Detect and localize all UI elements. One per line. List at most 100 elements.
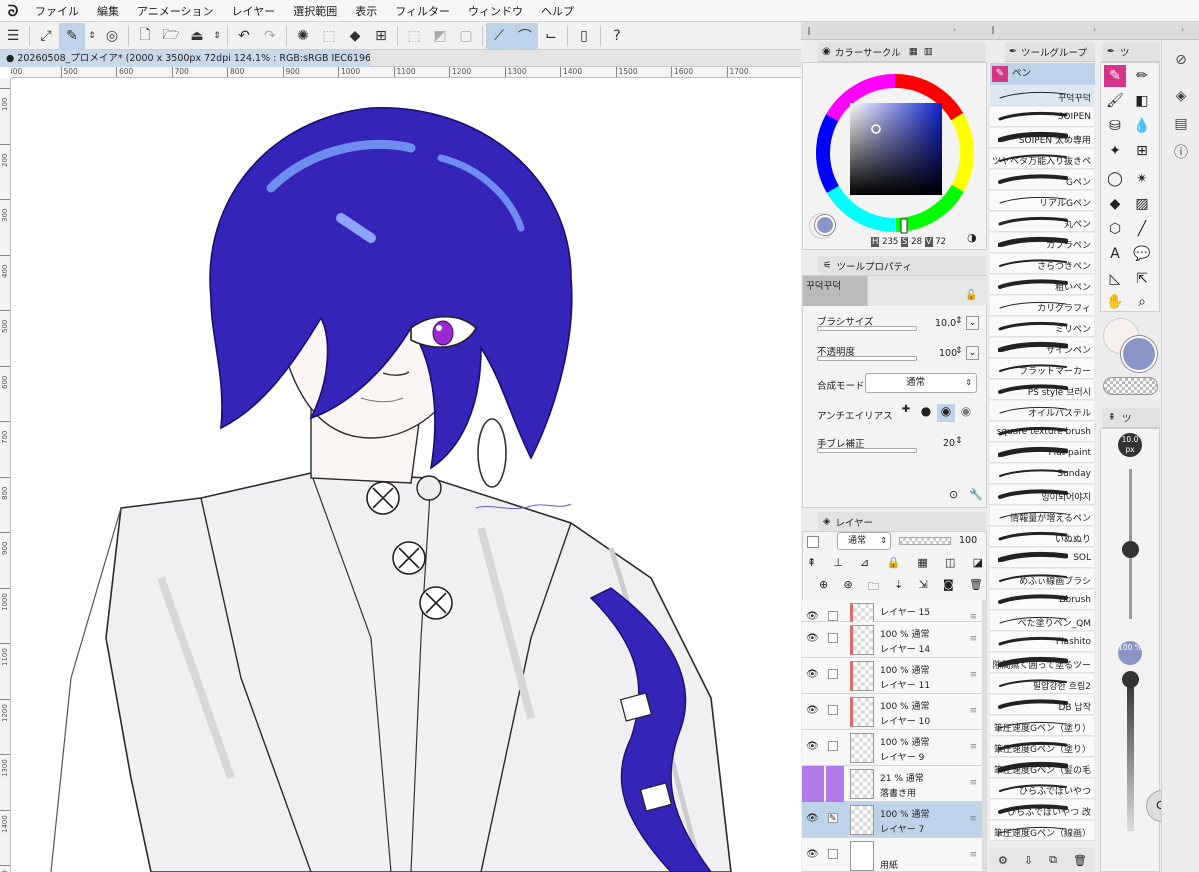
brush-size-stepper-icon[interactable]: ⇕	[955, 316, 963, 326]
drawing-canvas[interactable]	[11, 78, 801, 872]
brush-item[interactable]: ツヤベタ万能入り抜きペ	[990, 149, 1094, 169]
gradient-tool-button[interactable]: ▨	[1131, 193, 1153, 215]
brush-size-value[interactable]: 10.0	[935, 318, 956, 329]
menu-item[interactable]: レイヤー	[223, 3, 285, 19]
brush-item[interactable]: PS style 브러시	[990, 380, 1094, 400]
visibility-eye-icon[interactable]: 👁	[806, 705, 819, 716]
stabilization-stepper-icon[interactable]: ⇕	[955, 436, 963, 446]
menu-item[interactable]: ファイル	[26, 3, 88, 19]
pressure-toggle-icon[interactable]: ⌄	[966, 316, 979, 330]
brush-item[interactable]: べた塗りペン_QM	[990, 611, 1094, 631]
layer-select-checkbox[interactable]	[828, 633, 838, 643]
brush-item[interactable]: フラットマーカー	[990, 359, 1094, 379]
layer-menu-icon[interactable]: ≡	[969, 742, 977, 752]
snap-ruler-icon[interactable]: ⟋	[486, 22, 512, 49]
new-folder-icon[interactable]: 🗀	[868, 578, 879, 597]
new-file-icon[interactable]: 🗋	[132, 23, 158, 49]
brush-item[interactable]: カブラペン	[990, 233, 1094, 253]
ruler-enable-icon[interactable]: ◪	[973, 556, 983, 569]
layer-mask-icon[interactable]: ◙	[943, 578, 954, 597]
brush-item[interactable]: サインペン	[990, 338, 1094, 358]
layer-select-checkbox[interactable]	[826, 766, 844, 802]
expand-arrow-icon[interactable]: ›	[953, 25, 956, 34]
brush-item[interactable]: 丸ペン	[990, 212, 1094, 232]
companion-mode-icon[interactable]: ◎	[99, 23, 125, 49]
opacity-knob[interactable]	[1122, 671, 1139, 688]
layer-menu-icon[interactable]: ≡	[969, 612, 977, 622]
operation-tool-button[interactable]: ⬡	[1104, 218, 1126, 240]
tool-palette-tab[interactable]: ツ	[1120, 45, 1130, 59]
brush-item[interactable]: Sunday	[990, 464, 1094, 484]
layer-tab[interactable]: レイヤー	[835, 515, 873, 529]
layer-row[interactable]: 👁 ✎ 100 % 通常 レイヤー 7 ≡	[802, 802, 982, 838]
layer-row[interactable]: 👁 100 % 通常 レイヤー 11 ≡	[802, 658, 982, 694]
deselect-icon[interactable]: ⬚	[401, 23, 427, 49]
undo-icon[interactable]: ↶	[231, 23, 257, 49]
lock-transparency-icon[interactable]: ▦	[917, 556, 927, 569]
brush-item[interactable]: 筆圧速度Gペン（塗り）	[990, 737, 1094, 757]
color-space-toggle-icon[interactable]: ◑	[967, 231, 977, 244]
brush-item[interactable]: いぬぬり	[990, 527, 1094, 547]
layer-scrollbar[interactable]	[982, 600, 987, 870]
layer-menu-icon[interactable]: ≡	[969, 850, 977, 860]
sub-tool-detail-icon[interactable]: ⊙	[949, 488, 958, 501]
invert-selection-icon[interactable]: ◩	[427, 23, 453, 49]
blend-mode-select[interactable]: 通常 ⇕	[865, 373, 977, 393]
transparent-color-swatch[interactable]	[1103, 377, 1158, 395]
brush-size-slider[interactable]	[817, 326, 917, 331]
color-set-tab-icon[interactable]: ▦	[909, 46, 918, 57]
delete-brush-icon[interactable]: 🗑	[1073, 854, 1087, 867]
tool-group-selected[interactable]: ✎ ペン	[990, 63, 1095, 85]
opacity-track[interactable]	[1127, 681, 1134, 831]
clip-layer-icon[interactable]: ⇞	[807, 556, 816, 569]
menu-item[interactable]: ウィンドウ	[459, 3, 532, 19]
figure-tool-button[interactable]: ⊞	[1131, 140, 1153, 162]
menu-item[interactable]: 選択範囲	[284, 3, 346, 19]
antialias-strong-icon[interactable]: ◉	[957, 404, 975, 422]
stabilization-value[interactable]: 20	[943, 438, 955, 449]
auto-select-tool-button[interactable]: ✴	[1131, 168, 1153, 190]
opacity-stepper-icon[interactable]: ⇕	[955, 346, 963, 356]
hamburger-menu-icon[interactable]: ☰	[0, 23, 26, 49]
expand-arrow-icon[interactable]: ›	[1093, 25, 1096, 34]
fill-icon[interactable]: ◆	[342, 23, 368, 49]
layer-row[interactable]: 👁 用紙 ≡	[802, 838, 982, 872]
brush-item[interactable]: Flat paint	[990, 443, 1094, 463]
move-layer-tool-button[interactable]: ⇱	[1131, 268, 1153, 290]
pencil-tool-button[interactable]: ✏	[1131, 65, 1153, 87]
delete-layer-icon[interactable]: 🗑	[969, 578, 983, 597]
layer-menu-icon[interactable]: ≡	[969, 706, 977, 716]
merge-down-icon[interactable]: ⇲	[919, 578, 928, 597]
menu-item[interactable]: アニメーション	[128, 3, 223, 19]
layer-menu-icon[interactable]: ≡	[969, 778, 977, 788]
opacity-pressure-toggle-icon[interactable]: ⌄	[966, 346, 979, 360]
brush-item[interactable]: カリグラフィ	[990, 296, 1094, 316]
lock-layer-icon[interactable]: 🔒	[887, 556, 901, 569]
layer-property-icon[interactable]: ▤	[1169, 112, 1193, 136]
layer-opacity-slider[interactable]	[899, 537, 951, 545]
sub-tool-settings-icon[interactable]: ⚙	[998, 854, 1008, 867]
clear-outside-icon[interactable]: ⬚	[316, 23, 342, 49]
new-raster-layer-icon[interactable]: ⊕	[819, 578, 828, 597]
navigator-icon[interactable]: ⊘	[1169, 48, 1193, 72]
updown-arrows-icon[interactable]: ⇕	[85, 23, 99, 49]
help-icon[interactable]: ?	[604, 23, 630, 49]
brush-item[interactable]: Gペン	[990, 170, 1094, 190]
app-logo-icon[interactable]: ᘐ	[0, 0, 26, 22]
antialias-none-icon[interactable]: ✚	[897, 404, 915, 422]
layer-select-checkbox[interactable]	[828, 611, 838, 621]
brush-item[interactable]: SOIPEN	[990, 107, 1094, 127]
brush-item[interactable]: ひらふでぽいやつ	[990, 779, 1094, 799]
brush-item[interactable]: Δbrush	[990, 590, 1094, 610]
layer-select-checkbox[interactable]: ✎	[828, 813, 838, 824]
clear-layer-icon[interactable]: ✺	[290, 23, 316, 49]
layer-select-checkbox[interactable]	[828, 741, 838, 751]
import-brush-icon[interactable]: ⇩	[1024, 854, 1033, 867]
brush-item[interactable]: 粗いペン	[990, 275, 1094, 295]
blend-tool-button[interactable]: 💧	[1131, 115, 1153, 137]
selection-border-icon[interactable]: ▢	[453, 23, 479, 49]
balloon-tool-button[interactable]: 💬	[1131, 243, 1153, 265]
open-file-icon[interactable]: 🗁	[158, 23, 184, 49]
transfer-down-icon[interactable]: ⇣	[894, 578, 903, 597]
palette-main-color[interactable]	[1121, 336, 1157, 372]
